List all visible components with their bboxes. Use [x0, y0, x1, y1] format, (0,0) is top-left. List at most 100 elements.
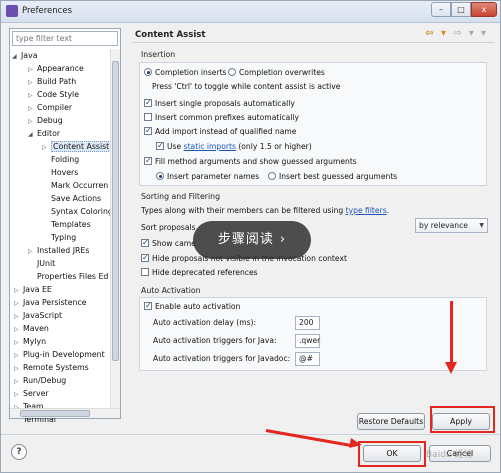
close-button[interactable]: x — [471, 2, 497, 17]
tree-item-debug[interactable]: ▷ Debug — [28, 114, 63, 127]
checkbox-unchecked[interactable] — [141, 268, 149, 276]
annotation-arrow-right-icon — [349, 438, 363, 450]
add-import-checkbox[interactable]: Add import instead of qualified name — [144, 125, 296, 139]
tree-item-mark-occurrences[interactable]: Mark Occurren — [51, 179, 108, 192]
sort-proposals-label: Sort proposals — [141, 223, 196, 232]
type-filters-link[interactable]: type filters — [346, 206, 387, 215]
tree-item-java[interactable]: ◢ Java — [12, 49, 37, 62]
tree-item-code-style[interactable]: ▷ Code Style — [28, 88, 79, 101]
tree-item-syntax-coloring[interactable]: Syntax Coloring — [51, 205, 110, 218]
tree-item-hovers[interactable]: Hovers — [51, 166, 78, 179]
checkbox-checked[interactable] — [144, 125, 152, 137]
preferences-tree: ◢ Java ▷ Appearance ▷ Build Path ▷ Code Styl… — [10, 49, 110, 429]
collapsed-arrow-icon[interactable]: ▷ — [42, 141, 51, 154]
tree-vertical-scrollbar[interactable] — [110, 49, 120, 418]
checkbox-checked[interactable] — [144, 300, 152, 312]
delay-input[interactable]: 200 — [295, 316, 320, 330]
completion-overwrites-radio[interactable]: Completion overwrites — [228, 67, 325, 80]
dropdown-arrow-icon: ▼ — [479, 222, 484, 229]
collapsed-arrow-icon[interactable]: ▷ — [28, 245, 37, 258]
help-icon[interactable]: ? — [11, 444, 27, 460]
sorting-group-label: Sorting and Filtering — [141, 192, 221, 201]
tree-item-content-assist[interactable]: ▷ Content Assist — [42, 140, 110, 153]
completion-inserts-radio[interactable]: Completion inserts — [144, 67, 227, 80]
apply-highlight-box — [430, 406, 495, 433]
insertion-group: Completion inserts Completion overwrites… — [139, 62, 487, 186]
insertion-group-label: Insertion — [141, 50, 176, 59]
tree-item-folding[interactable]: Folding — [51, 153, 79, 166]
tree-item-editor[interactable]: ◢ Editor — [28, 127, 60, 140]
window-title: Preferences — [22, 6, 72, 16]
insert-common-prefixes-checkbox[interactable]: Insert common prefixes automatically — [144, 112, 299, 125]
scrollbar-thumb[interactable] — [20, 410, 90, 417]
insert-single-checkbox[interactable]: Insert single proposals automatically — [144, 97, 295, 111]
tree-item-java-ee[interactable]: ▷ Java EE — [14, 283, 52, 296]
app-icon — [6, 5, 18, 17]
tree-horizontal-scrollbar[interactable] — [10, 408, 120, 418]
static-imports-link[interactable]: static imports — [184, 142, 236, 151]
tree-item-plugin-development[interactable]: ▷ Plug-in Development — [14, 348, 105, 361]
step-reading-overlay[interactable]: 步骤阅读 › — [193, 221, 311, 259]
tree-item-properties-files-editor[interactable]: Properties Files Ed — [37, 270, 108, 283]
tree-item-typing[interactable]: Typing — [51, 231, 76, 244]
java-triggers-input[interactable]: .qwer — [295, 334, 320, 348]
fill-arguments-checkbox[interactable]: Fill method arguments and show guessed a… — [144, 155, 357, 169]
insert-best-guessed-radio[interactable]: Insert best guessed arguments — [268, 171, 397, 184]
expanded-arrow-icon[interactable]: ◢ — [28, 128, 37, 141]
title-separator — [132, 42, 494, 43]
ok-highlight-box — [358, 441, 426, 467]
filter-input[interactable] — [12, 31, 118, 46]
tree-item-installed-jres[interactable]: ▷ Installed JREs — [28, 244, 89, 257]
tree-item-appearance[interactable]: ▷ Appearance — [28, 62, 84, 75]
sort-proposals-select[interactable]: by relevance ▼ — [415, 218, 488, 233]
maximize-button[interactable]: □ — [451, 2, 471, 17]
enable-auto-activation-checkbox[interactable]: Enable auto activation — [144, 300, 240, 314]
delay-label: Auto activation delay (ms): — [153, 318, 257, 327]
radio-selected[interactable] — [144, 68, 152, 76]
show-camel-case-checkbox[interactable]: Show came — [141, 237, 196, 251]
checkbox-unchecked[interactable] — [144, 113, 152, 121]
tree-item-templates[interactable]: Templates — [51, 218, 91, 231]
tree-item-build-path[interactable]: ▷ Build Path — [28, 75, 76, 88]
expanded-arrow-icon[interactable]: ◢ — [12, 50, 21, 63]
title-bar: Preferences – □ x — [1, 1, 500, 23]
chevron-right-icon: › — [279, 232, 287, 247]
use-static-imports-checkbox[interactable]: Use static imports (only 1.5 or higher) — [156, 140, 312, 154]
watermark: Baidu 经验 — [426, 450, 473, 460]
java-triggers-label: Auto activation triggers for Java: — [153, 336, 277, 345]
forward-arrow-icon[interactable]: ⇨ ▾ — [453, 28, 476, 39]
tree-item-mylyn[interactable]: ▷ Mylyn — [14, 335, 46, 348]
toggle-hint: Press 'Ctrl' to toggle while content ass… — [152, 82, 341, 91]
tree-item-compiler[interactable]: ▷ Compiler — [28, 101, 72, 114]
annotation-arrow-line — [450, 301, 453, 363]
checkbox-checked[interactable] — [141, 252, 149, 264]
tree-item-javascript[interactable]: ▷ JavaScript — [14, 309, 62, 322]
checkbox-checked[interactable] — [141, 237, 149, 249]
checkbox-checked[interactable] — [144, 155, 152, 167]
checkbox-checked[interactable] — [144, 97, 152, 109]
tree-item-java-persistence[interactable]: ▷ Java Persistence — [14, 296, 87, 309]
insert-parameter-names-radio[interactable]: Insert parameter names — [156, 171, 259, 184]
minimize-button[interactable]: – — [431, 2, 451, 17]
tree-item-run-debug[interactable]: ▷ Run/Debug — [14, 374, 66, 387]
preferences-window: Preferences – □ x ◢Java ▷Appearance ▷Bui… — [0, 0, 501, 473]
checkbox-checked[interactable] — [156, 140, 164, 152]
preferences-tree-panel: ◢Java ▷Appearance ▷Build Path ▷Code Styl… — [9, 28, 121, 424]
tree-item-server[interactable]: ▷ Server — [14, 387, 49, 400]
javadoc-triggers-input[interactable]: @# — [295, 352, 320, 366]
radio-unselected[interactable] — [268, 172, 276, 180]
view-menu-icon[interactable]: ▾ — [481, 28, 488, 39]
restore-defaults-button[interactable]: Restore Defaults — [357, 413, 425, 430]
hide-deprecated-checkbox[interactable]: Hide deprecated references — [141, 267, 258, 280]
back-arrow-icon[interactable]: ⇦ ▾ — [425, 28, 448, 39]
radio-selected[interactable] — [156, 172, 164, 180]
tree-item-remote-systems[interactable]: ▷ Remote Systems — [14, 361, 89, 374]
tree-item-maven[interactable]: ▷ Maven — [14, 322, 49, 335]
javadoc-triggers-label: Auto activation triggers for Javadoc: — [153, 354, 291, 363]
scrollbar-thumb[interactable] — [112, 61, 119, 361]
auto-activation-group-label: Auto Activation — [141, 286, 201, 295]
radio-unselected[interactable] — [228, 68, 236, 76]
tree-item-save-actions[interactable]: Save Actions — [51, 192, 101, 205]
tree-item-junit[interactable]: JUnit — [37, 257, 55, 270]
content-assist-page: Content Assist ⇦ ▾ ⇨ ▾ ▾ Insertion Compl… — [132, 28, 494, 432]
